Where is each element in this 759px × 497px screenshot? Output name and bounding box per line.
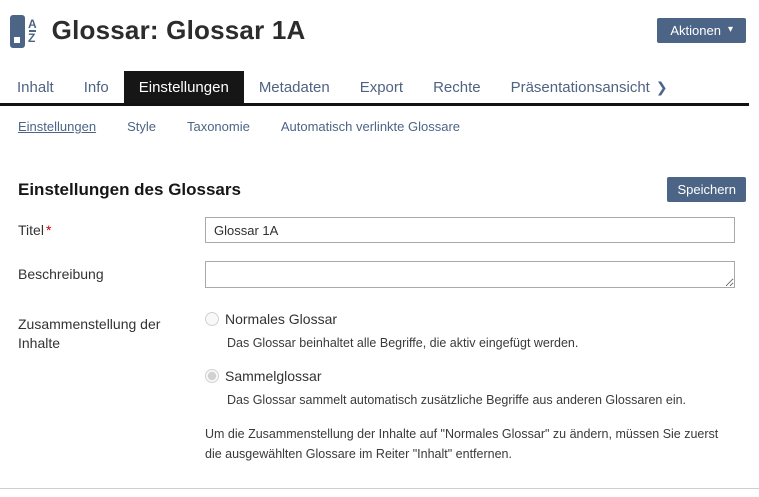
tab-inhalt[interactable]: Inhalt <box>2 71 69 103</box>
description-textarea[interactable] <box>205 261 735 288</box>
bottom-divider <box>0 488 759 489</box>
page-header: A Z Glossar: Glossar 1A Aktionen ▾ <box>0 0 759 52</box>
tab-export[interactable]: Export <box>345 71 418 103</box>
sammelglossar-radio[interactable] <box>205 369 219 383</box>
title-input[interactable] <box>205 217 735 243</box>
actions-button[interactable]: Aktionen ▾ <box>657 18 746 43</box>
description-row: Beschreibung <box>0 261 759 293</box>
form-heading: Einstellungen des Glossars <box>18 180 241 200</box>
normales-glossar-radio[interactable] <box>205 312 219 326</box>
main-tabbar: Inhalt Info Einstellungen Metadaten Expo… <box>0 71 749 106</box>
compilation-label: Zusammenstellung der Inhalte <box>18 311 205 464</box>
glossary-az-icon: A Z <box>10 15 37 48</box>
subtab-einstellungen[interactable]: Einstellungen <box>18 119 96 134</box>
form-header: Einstellungen des Glossars Speichern <box>18 177 746 202</box>
compilation-note: Um die Zusammenstellung der Inhalte auf … <box>205 425 735 464</box>
tab-einstellungen[interactable]: Einstellungen <box>124 71 244 103</box>
subtab-taxonomie[interactable]: Taxonomie <box>187 119 250 134</box>
normales-glossar-label: Normales Glossar <box>225 311 337 327</box>
required-marker: * <box>46 222 51 238</box>
compilation-row: Zusammenstellung der Inhalte Normales Gl… <box>0 311 759 464</box>
description-label: Beschreibung <box>18 261 205 293</box>
option-sammelglossar: Sammelglossar Das Glossar sammelt automa… <box>205 368 735 409</box>
page-title: Glossar: Glossar 1A <box>52 15 306 46</box>
save-button[interactable]: Speichern <box>667 177 746 202</box>
tab-rechte[interactable]: Rechte <box>418 71 496 103</box>
sammelglossar-info: Das Glossar sammelt automatisch zusätzli… <box>227 391 735 409</box>
subtab-style[interactable]: Style <box>127 119 156 134</box>
chevron-right-icon: ❯ <box>656 79 668 96</box>
glossary-book-spine <box>10 15 25 48</box>
subtab-automatisch-verlinkte-glossare[interactable]: Automatisch verlinkte Glossare <box>281 119 460 134</box>
sammelglossar-label: Sammelglossar <box>225 368 321 384</box>
icon-letter-a: A <box>28 19 37 29</box>
settings-form: Titel* Beschreibung Zusammenstellung der… <box>0 217 759 464</box>
caret-down-icon: ▾ <box>728 25 733 35</box>
actions-button-label: Aktionen <box>670 23 721 38</box>
tab-praesentationsansicht[interactable]: Präsentationsansicht ❯ <box>496 71 683 103</box>
title-label: Titel <box>18 222 44 238</box>
tab-info[interactable]: Info <box>69 71 124 103</box>
title-row: Titel* <box>0 217 759 243</box>
normales-glossar-info: Das Glossar beinhaltet alle Begriffe, di… <box>227 334 735 352</box>
option-normales-glossar: Normales Glossar Das Glossar beinhaltet … <box>205 311 735 352</box>
icon-letter-z: Z <box>28 33 35 43</box>
tab-praesentationsansicht-label: Präsentationsansicht <box>511 79 650 96</box>
sub-tabbar: Einstellungen Style Taxonomie Automatisc… <box>0 106 759 146</box>
glossary-settings-page: A Z Glossar: Glossar 1A Aktionen ▾ Inhal… <box>0 0 759 497</box>
tab-metadaten[interactable]: Metadaten <box>244 71 345 103</box>
